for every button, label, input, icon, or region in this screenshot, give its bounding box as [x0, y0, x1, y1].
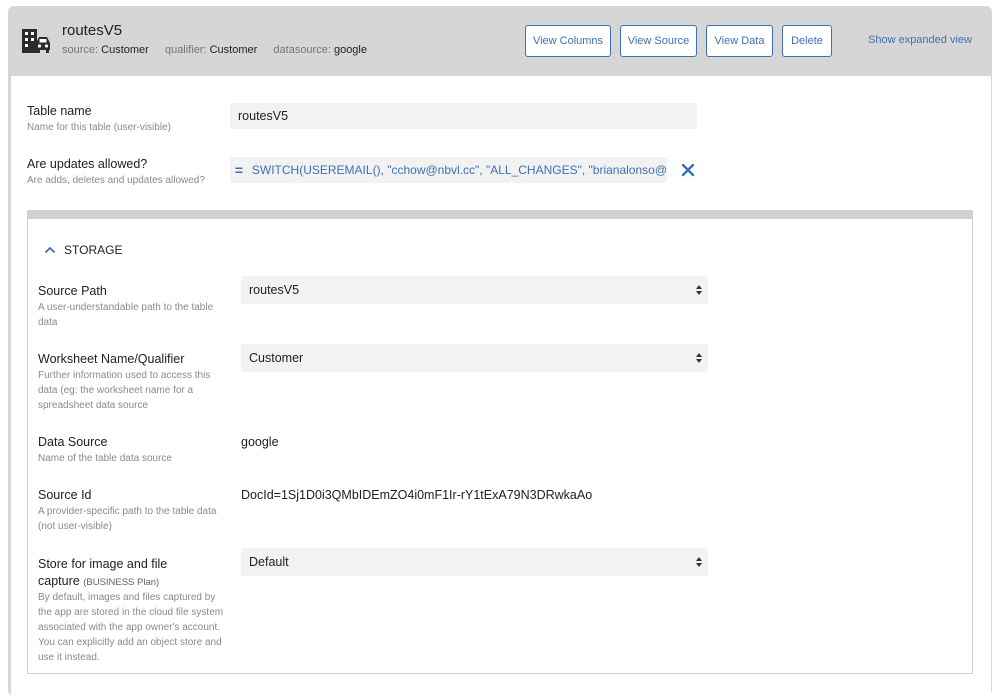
table-name-help: Name for this table (user-visible): [27, 122, 171, 133]
plan-badge: (BUSINESS Plan): [83, 577, 160, 588]
datasource-value: google: [333, 44, 367, 56]
source-value: Customer: [101, 44, 149, 56]
table-name-input[interactable]: routesV5: [230, 103, 697, 129]
updates-allowed-label: Are updates allowed?: [27, 157, 148, 171]
view-data-button[interactable]: View Data: [706, 25, 773, 57]
show-expanded-view-link[interactable]: Show expanded view: [868, 34, 972, 46]
worksheet-value: Customer: [249, 351, 304, 365]
data-source-help: Name of the table data source: [38, 453, 172, 464]
storage-section-toggle[interactable]: STORAGE: [44, 243, 122, 257]
source-path-value: routesV5: [249, 283, 300, 297]
source-path-select[interactable]: routesV5: [241, 276, 708, 304]
select-arrows-icon: [696, 285, 702, 295]
updates-allowed-formula-field[interactable]: = SWITCH(USEREMAIL(), "cchow@nbvl.cc", "…: [230, 157, 667, 183]
store-label: Store for image and file capture (BUSINE…: [38, 556, 233, 591]
table-meta: source: Customer qualifier: Customer dat…: [62, 44, 367, 56]
store-label-line1: Store for image and file: [38, 557, 168, 571]
worksheet-label: Worksheet Name/Qualifier: [38, 352, 185, 366]
chevron-up-icon: [44, 246, 56, 254]
store-help: By default, images and files captured by…: [38, 592, 224, 663]
store-select[interactable]: Default: [241, 548, 708, 576]
store-label-line2: capture: [38, 574, 80, 588]
source-path-label: Source Path: [38, 284, 107, 298]
table-card: routesV5 source: Customer qualifier: Cus…: [8, 6, 992, 696]
select-arrows-icon: [696, 353, 702, 363]
data-source-label: Data Source: [38, 435, 108, 449]
storage-section-title: STORAGE: [64, 243, 123, 257]
table-settings-panel: Table name Name for this table (user-vis…: [11, 76, 991, 696]
table-name-label: Table name: [27, 104, 92, 118]
source-id-help: A provider-specific path to the table da…: [38, 506, 217, 532]
source-id-value: DocId=1Sj1D0i3QMbIDEmZO4i0mF1Ir-rY1tExA7…: [241, 488, 593, 502]
delete-button[interactable]: Delete: [782, 25, 832, 57]
qualifier-label: qualifier:: [164, 44, 207, 56]
worksheet-select[interactable]: Customer: [241, 344, 708, 372]
table-car-icon: [22, 29, 50, 53]
worksheet-help: Further information used to access this …: [38, 370, 211, 411]
formula-text[interactable]: SWITCH(USEREMAIL(), "cchow@nbvl.cc", "AL…: [248, 163, 667, 177]
view-source-button[interactable]: View Source: [620, 25, 697, 57]
table-title: routesV5: [62, 22, 123, 39]
clear-formula-icon[interactable]: [681, 163, 695, 177]
data-source-value: google: [241, 435, 279, 449]
qualifier-value: Customer: [209, 44, 258, 56]
view-columns-button[interactable]: View Columns: [525, 25, 611, 57]
select-arrows-icon: [696, 557, 702, 567]
store-value: Default: [249, 555, 289, 569]
source-path-help: A user-understandable path to the table …: [38, 302, 214, 328]
source-label: source:: [62, 44, 99, 56]
updates-allowed-help: Are adds, deletes and updates allowed?: [27, 175, 205, 186]
datasource-label: datasource:: [273, 44, 331, 56]
table-header: routesV5 source: Customer qualifier: Cus…: [8, 6, 992, 76]
formula-equals-icon[interactable]: =: [230, 162, 248, 178]
source-id-label: Source Id: [38, 488, 92, 502]
storage-section: STORAGE Source Path A user-understandabl…: [27, 210, 973, 674]
